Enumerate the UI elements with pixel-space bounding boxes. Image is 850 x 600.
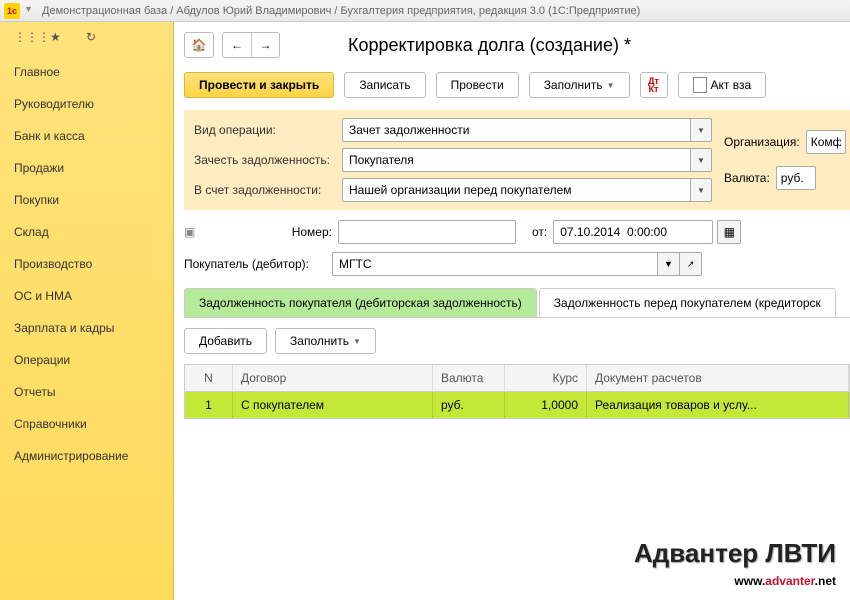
tab-payables[interactable]: Задолженность перед покупателем (кредито… [539,288,836,317]
add-row-button[interactable]: Добавить [184,328,267,354]
buyer-input[interactable] [332,252,658,276]
post-and-close-button[interactable]: Провести и закрыть [184,72,334,98]
system-dropdown-icon[interactable]: ▼ [24,4,38,18]
watermark-title: Адвантер ЛВТИ [634,538,836,569]
act-button[interactable]: Акт вза [678,72,767,98]
operation-type-dropdown[interactable]: ▼ [690,118,712,142]
sidebar-item-assets[interactable]: ОС и НМА [0,280,173,312]
against-debt-label: В счет задолженности: [194,183,342,197]
col-n[interactable]: N [185,365,233,391]
calendar-icon: ▦ [724,225,735,239]
operation-type-label: Вид операции: [194,123,342,137]
document-status-icon: ▣ [184,225,204,239]
col-contract[interactable]: Договор [233,365,433,391]
history-icon[interactable]: ↻ [86,30,104,48]
sidebar-item-warehouse[interactable]: Склад [0,216,173,248]
star-icon[interactable]: ★ [50,30,68,48]
sidebar-item-bank[interactable]: Банк и касса [0,120,173,152]
grid-header: N Договор Валюта Курс Документ расчетов [185,365,849,392]
against-debt-dropdown[interactable]: ▼ [690,178,712,202]
offset-debt-dropdown[interactable]: ▼ [690,148,712,172]
offset-debt-label: Зачесть задолженность: [194,153,342,167]
document-icon [693,77,707,93]
sidebar-item-production[interactable]: Производство [0,248,173,280]
fill-button[interactable]: Заполнить ▼ [529,72,630,98]
sidebar-item-payroll[interactable]: Зарплата и кадры [0,312,173,344]
home-button[interactable]: 🏠 [184,32,214,58]
watermark-url: www.advanter.net [634,569,836,590]
offset-debt-input[interactable] [342,148,690,172]
number-input[interactable] [338,220,516,244]
chevron-down-icon: ▼ [607,81,615,90]
main-sidebar: ⋮⋮⋮ ★ ↻ Главное Руководителю Банк и касс… [0,22,174,600]
sidebar-item-admin[interactable]: Администрирование [0,440,173,472]
side-fields: Организация: Валюта: [724,130,846,202]
against-debt-input[interactable] [342,178,690,202]
table-row[interactable]: 1 С покупателем руб. 1,0000 Реализация т… [185,392,849,418]
page-title: Корректировка долга (создание) * [348,35,631,56]
sidebar-item-reports[interactable]: Отчеты [0,376,173,408]
sidebar-item-catalogs[interactable]: Справочники [0,408,173,440]
nav-group: ← → [222,32,280,58]
col-document[interactable]: Документ расчетов [587,365,849,391]
buyer-dropdown[interactable]: ▼ [658,252,680,276]
sidebar-item-purchases[interactable]: Покупки [0,184,173,216]
calendar-button[interactable]: ▦ [717,220,741,244]
dt-kt-icon: ДтКт [648,77,659,93]
col-rate[interactable]: Курс [505,365,587,391]
content-area: 🏠 ← → Корректировка долга (создание) * П… [174,22,850,600]
fill-rows-label: Заполнить [290,334,349,348]
apps-icon[interactable]: ⋮⋮⋮ [14,30,32,48]
nav-back-button[interactable]: ← [223,33,251,57]
cell-currency: руб. [433,392,505,418]
nav-forward-button[interactable]: → [251,33,279,57]
debit-credit-button[interactable]: ДтКт [640,72,668,98]
organization-label: Организация: [724,135,800,149]
currency-label: Валюта: [724,171,770,185]
app-logo-icon: 1c [4,3,20,19]
sidebar-item-manager[interactable]: Руководителю [0,88,173,120]
sidebar-item-main[interactable]: Главное [0,56,173,88]
debt-tabs: Задолженность покупателя (дебиторская за… [184,288,850,318]
window-titlebar: 1c ▼ Демонстрационная база / Абдулов Юри… [0,0,850,22]
buyer-label: Покупатель (дебитор): [184,257,332,271]
cell-document: Реализация товаров и услу... [587,392,849,418]
col-currency[interactable]: Валюта [433,365,505,391]
save-button[interactable]: Записать [344,72,425,98]
sidebar-item-sales[interactable]: Продажи [0,152,173,184]
date-from-label: от: [532,225,547,239]
debt-grid: N Договор Валюта Курс Документ расчетов … [184,364,850,419]
number-label: Номер: [254,225,332,239]
operation-type-input[interactable] [342,118,690,142]
cell-contract: С покупателем [233,392,433,418]
cell-n: 1 [185,392,233,418]
date-input[interactable] [553,220,713,244]
watermark: Адвантер ЛВТИ www.advanter.net [634,538,836,590]
document-toolbar: Провести и закрыть Записать Провести Зап… [184,72,850,98]
chevron-down-icon: ▼ [353,337,361,346]
currency-input[interactable] [776,166,816,190]
act-label: Акт вза [711,78,752,92]
organization-input[interactable] [806,130,846,154]
cell-rate: 1,0000 [505,392,587,418]
fill-rows-button[interactable]: Заполнить ▼ [275,328,376,354]
home-icon: 🏠 [192,38,207,52]
buyer-open-button[interactable]: ↗ [680,252,702,276]
sidebar-item-operations[interactable]: Операции [0,344,173,376]
tab-receivables[interactable]: Задолженность покупателя (дебиторская за… [184,288,537,317]
window-title: Демонстрационная база / Абдулов Юрий Вла… [42,5,640,17]
fill-label: Заполнить [544,78,603,92]
post-button[interactable]: Провести [436,72,519,98]
